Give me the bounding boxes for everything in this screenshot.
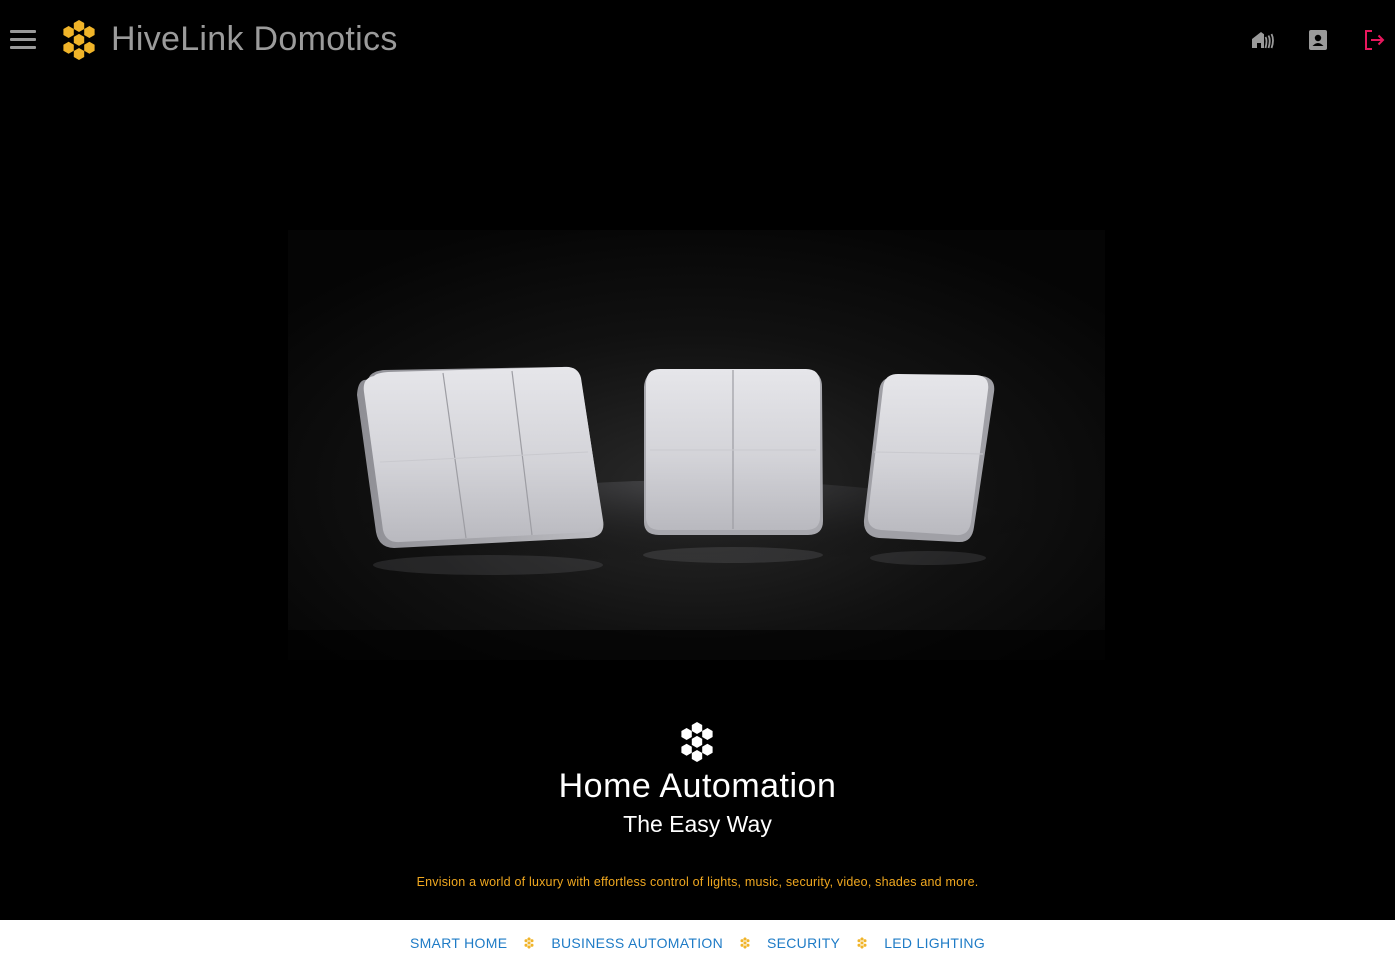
nav-link-security[interactable]: SECURITY bbox=[767, 935, 840, 951]
smart-switches-image bbox=[288, 230, 1105, 660]
hero-subtitle: The Easy Way bbox=[623, 811, 772, 837]
brand-title[interactable]: HiveLink Domotics bbox=[111, 18, 398, 60]
honeycomb-icon bbox=[524, 937, 534, 949]
nav-link-business-automation[interactable]: BUSINESS AUTOMATION bbox=[551, 935, 723, 951]
hero-tagline: Envision a world of luxury with effortle… bbox=[416, 875, 979, 889]
nav-link-smart-home[interactable]: SMART HOME bbox=[410, 935, 507, 951]
top-app-bar: HiveLink Domotics bbox=[0, 0, 1395, 80]
contact-card-icon[interactable] bbox=[1306, 28, 1330, 52]
honeycomb-icon bbox=[740, 937, 750, 949]
home-wifi-icon[interactable] bbox=[1250, 28, 1274, 52]
nav-link-led-lighting[interactable]: LED LIGHTING bbox=[884, 935, 985, 951]
honeycomb-logo-icon[interactable] bbox=[58, 19, 100, 61]
footer-nav: SMART HOME BUSINESS AUTOMATION SECURITY … bbox=[0, 920, 1395, 966]
logout-icon[interactable] bbox=[1362, 28, 1386, 52]
honeycomb-logo-icon bbox=[681, 722, 713, 762]
hero-title: Home Automation bbox=[558, 767, 837, 805]
page: HiveLink Domotics Home Automation The Ea… bbox=[0, 0, 1395, 966]
honeycomb-icon bbox=[857, 937, 867, 949]
menu-icon[interactable] bbox=[10, 30, 36, 50]
